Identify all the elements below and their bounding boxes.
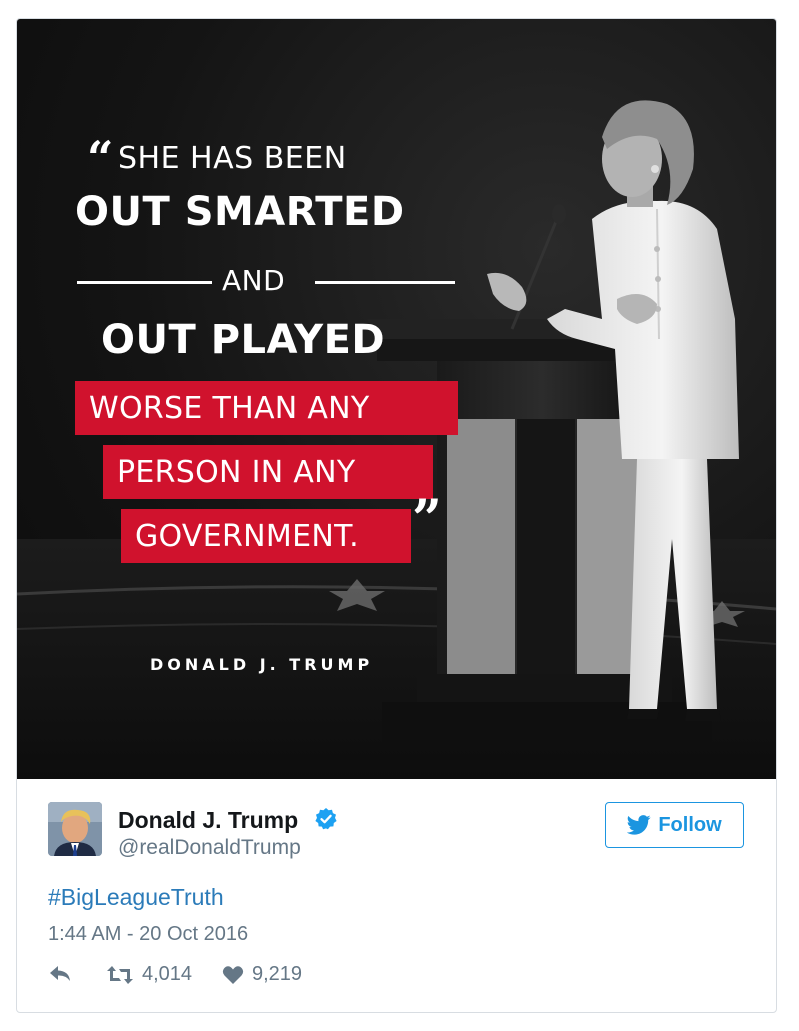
divider-right — [315, 281, 455, 284]
retweet-icon — [107, 965, 133, 984]
avatar[interactable] — [48, 802, 102, 856]
quote-text-1: SHE HAS BEEN — [117, 141, 347, 176]
retweet-count: 4,014 — [142, 963, 193, 985]
avatar-portrait-icon — [48, 802, 102, 856]
author-name[interactable]: Donald J. Trump — [118, 807, 298, 834]
like-button[interactable]: 9,219 — [222, 963, 302, 986]
follow-button[interactable]: Follow — [605, 802, 744, 848]
heart-icon — [222, 965, 244, 984]
reply-button[interactable] — [48, 963, 72, 985]
like-count: 9,219 — [252, 963, 303, 985]
follow-label: Follow — [658, 813, 722, 836]
close-quote-mark: ” — [412, 489, 442, 550]
divider-left — [77, 281, 212, 284]
quote-highlight-3: GOVERNMENT. — [121, 509, 411, 563]
quote-line-2: OUT SMARTED — [75, 189, 405, 235]
reply-icon — [50, 966, 70, 981]
twitter-bird-icon — [627, 815, 651, 835]
open-quote-mark: “ — [87, 131, 114, 185]
tweet-timestamp[interactable]: 1:44 AM - 20 Oct 2016 — [48, 923, 248, 946]
author-handle[interactable]: @realDonaldTrump — [118, 836, 301, 860]
quote-line-1: “SHE HAS BEEN — [87, 131, 347, 185]
quote-overlay: “SHE HAS BEEN OUT SMARTED AND OUT PLAYED… — [17, 19, 776, 779]
verified-badge-icon — [315, 808, 337, 830]
quote-line-4: OUT PLAYED — [101, 317, 386, 363]
quote-highlight-2: PERSON IN ANY — [103, 445, 433, 499]
quote-highlight-1: WORSE THAN ANY — [75, 381, 458, 435]
tweet-image[interactable]: “SHE HAS BEEN OUT SMARTED AND OUT PLAYED… — [17, 19, 776, 779]
retweet-button[interactable]: 4,014 — [106, 963, 192, 986]
quote-attribution: DONALD J. TRUMP — [150, 655, 374, 674]
hashtag-link[interactable]: #BigLeagueTruth — [48, 884, 224, 911]
tweet-card: “SHE HAS BEEN OUT SMARTED AND OUT PLAYED… — [16, 18, 777, 1013]
quote-line-3: AND — [222, 264, 286, 297]
